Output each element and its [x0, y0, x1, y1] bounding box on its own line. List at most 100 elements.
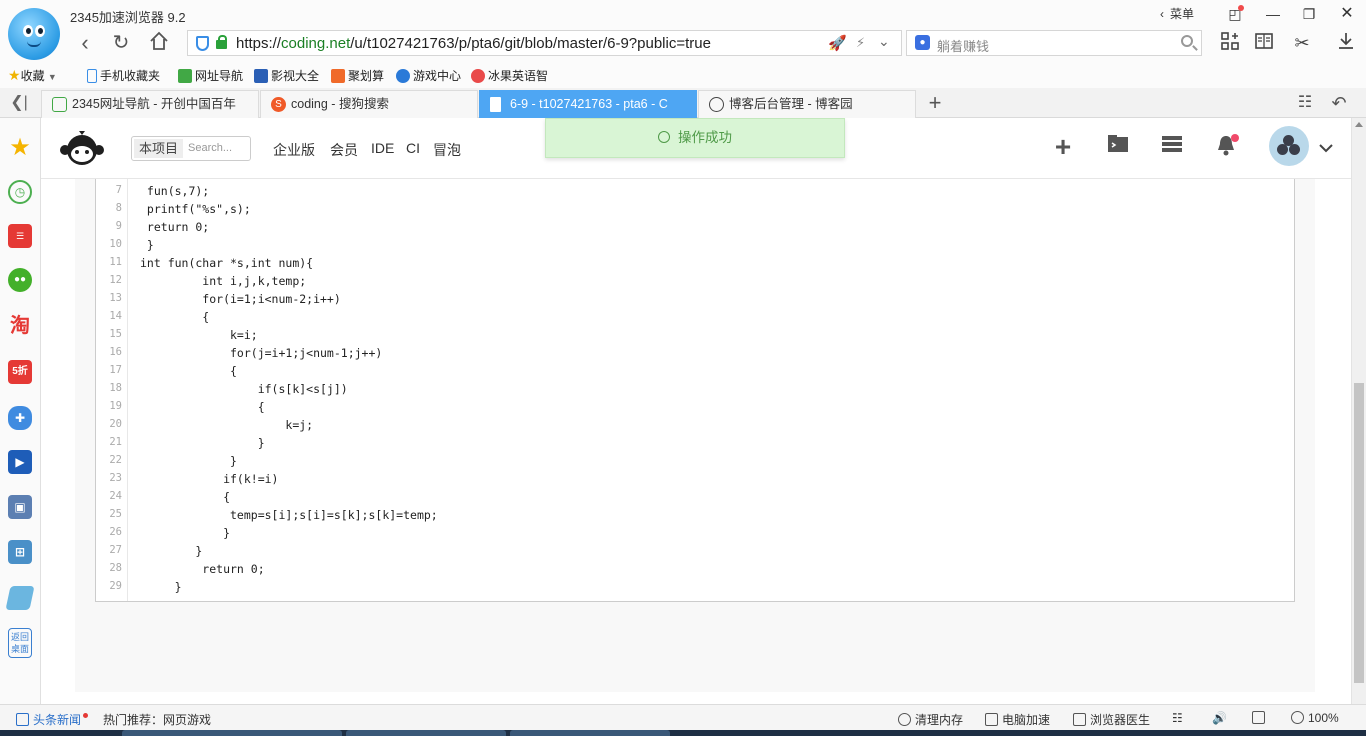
- nav-ide[interactable]: IDE: [371, 140, 394, 156]
- taskbar-item[interactable]: [122, 730, 342, 736]
- terminal-icon[interactable]: [1105, 134, 1131, 160]
- line-number: 17: [109, 364, 122, 376]
- download-icon[interactable]: [1334, 31, 1358, 55]
- headline-news[interactable]: 头条新闻: [16, 711, 89, 728]
- user-avatar[interactable]: [1269, 126, 1309, 166]
- new-tab-icon[interactable]: +: [922, 90, 948, 116]
- line-number-gutter: 7 8 9 10 11 12 13 14 15 16 17 18 19 20 21 22 23 24 25 26 27 2…: [96, 179, 128, 601]
- compat-mode-icon[interactable]: ☷: [1172, 711, 1183, 725]
- taskbar-item[interactable]: [346, 730, 506, 736]
- bookmark-video[interactable]: 影视大全: [254, 67, 319, 84]
- url-text[interactable]: https://coding.net/u/t1027421763/p/pta6/…: [236, 35, 711, 52]
- news-icon[interactable]: ☰: [8, 224, 32, 248]
- search-scope[interactable]: 本项目: [134, 139, 184, 158]
- search-box[interactable]: ● 躺着赚钱: [906, 30, 1202, 56]
- status-bar: 头条新闻 热门推荐：网页游戏 清理内存 电脑加速 浏览器医生 ☷ 🔊 100%: [0, 704, 1366, 730]
- taskbar-item[interactable]: [510, 730, 670, 736]
- bookmark-games[interactable]: 游戏中心: [396, 67, 461, 84]
- back-to-desktop-icon[interactable]: 返回桌面: [8, 628, 32, 658]
- chevron-down-icon[interactable]: [1313, 134, 1339, 160]
- tab-label: 6-9 - t1027421763 - pta6 - C: [510, 97, 668, 111]
- undo-close-icon[interactable]: ↶: [1326, 90, 1352, 116]
- security-shield-icon[interactable]: [196, 36, 209, 51]
- tab-sogou-search[interactable]: Scoding - 搜狗搜索: [260, 90, 478, 118]
- line-number: 11: [109, 256, 122, 268]
- bookmark-label: 聚划算: [348, 69, 385, 83]
- status-label: 电脑加速: [1002, 713, 1051, 727]
- nav-icon: [178, 69, 192, 83]
- address-bar[interactable]: https://coding.net/u/t1027421763/p/pta6/…: [187, 30, 902, 56]
- code-viewer: 7 8 9 10 11 12 13 14 15 16 17 18 19 20 21 22 23 24 25 26 27 2…: [95, 179, 1295, 602]
- bookmark-nav[interactable]: 网址导航: [178, 67, 243, 84]
- computer-icon[interactable]: ▣: [8, 495, 32, 519]
- lightning-icon[interactable]: ⚡: [856, 35, 865, 51]
- code-line: if(s[k]<s[j]): [140, 382, 348, 396]
- clear-memory-button[interactable]: 清理内存: [898, 711, 963, 728]
- reload-icon[interactable]: ↻: [108, 30, 134, 56]
- plus-icon[interactable]: +: [1050, 133, 1076, 161]
- scissors-icon[interactable]: ✂: [1290, 31, 1314, 55]
- line-number: 13: [109, 292, 122, 304]
- code-line: {: [140, 490, 231, 504]
- tab-label: 博客后台管理 - 博客园: [729, 97, 853, 111]
- hot-recommend[interactable]: 热门推荐：网页游戏: [103, 711, 211, 728]
- bookmark-favorites[interactable]: ★收藏 ▼: [8, 67, 57, 84]
- pc-speedup-button[interactable]: 电脑加速: [985, 711, 1050, 728]
- chevron-down-icon[interactable]: ⌄: [878, 33, 890, 50]
- tab-manager-icon[interactable]: ☷: [1292, 90, 1318, 116]
- maximize-button[interactable]: ❐: [1294, 3, 1324, 25]
- volume-icon[interactable]: 🔊: [1212, 711, 1227, 725]
- minimize-button[interactable]: —: [1258, 3, 1288, 25]
- favorites-icon[interactable]: ★: [8, 136, 32, 160]
- search-input[interactable]: Search...: [188, 142, 232, 154]
- line-number: 16: [109, 346, 122, 358]
- gamepad-icon[interactable]: ✚: [8, 406, 32, 430]
- code-line: }: [140, 238, 154, 252]
- menu-label[interactable]: 菜单: [1170, 7, 1194, 21]
- window-icon[interactable]: [1252, 711, 1265, 725]
- tab-2345-nav[interactable]: 2345网址导航 - 开创中国百年: [41, 90, 259, 118]
- back-icon[interactable]: ‹: [72, 30, 98, 56]
- sidebar-toggle-icon[interactable]: ❮|: [6, 90, 32, 116]
- tab-cnblogs[interactable]: 博客后台管理 - 博客园: [698, 90, 916, 118]
- close-button[interactable]: ✕: [1332, 3, 1362, 25]
- bookmark-juhuasuan[interactable]: 聚划算: [331, 67, 384, 84]
- collapse-icon[interactable]: ‹: [1160, 7, 1164, 21]
- film-icon[interactable]: ▶: [8, 450, 32, 474]
- scrollbar-thumb[interactable]: [1354, 383, 1364, 683]
- coding-monkey-logo-icon[interactable]: [59, 131, 105, 167]
- scroll-up-arrow-icon[interactable]: [1355, 122, 1363, 127]
- line-number: 20: [109, 418, 122, 430]
- tab-coding-file[interactable]: 6-9 - t1027421763 - pta6 - C: [479, 90, 697, 118]
- list-icon[interactable]: [1159, 134, 1185, 160]
- discount-icon[interactable]: 5折: [8, 360, 32, 384]
- nav-ci[interactable]: CI: [406, 140, 420, 156]
- browser-logo[interactable]: [8, 8, 60, 60]
- vertical-scrollbar[interactable]: [1351, 118, 1366, 704]
- menu-area[interactable]: ‹ 菜单: [1160, 5, 1194, 22]
- bookmark-mobile-favorites[interactable]: 手机收藏夹: [87, 67, 160, 84]
- zoom-control[interactable]: 100%: [1291, 711, 1339, 725]
- line-number: 10: [109, 238, 122, 250]
- skin-icon[interactable]: ◰: [1220, 3, 1250, 25]
- taobao-icon[interactable]: 淘: [8, 314, 32, 338]
- rocket-icon[interactable]: 🚀: [828, 34, 847, 52]
- nav-member[interactable]: 会员: [330, 140, 358, 160]
- history-icon[interactable]: ◷: [8, 180, 32, 204]
- bookmark-label: 网址导航: [195, 69, 244, 83]
- bookmark-english[interactable]: 冰果英语智: [471, 67, 548, 84]
- lock-icon[interactable]: [216, 35, 227, 49]
- nav-enterprise[interactable]: 企业版: [273, 140, 315, 160]
- apps-grid-icon[interactable]: [1218, 31, 1242, 55]
- smile-icon: [658, 131, 670, 143]
- search-icon[interactable]: [1181, 35, 1193, 47]
- project-search[interactable]: 本项目 Search...: [131, 136, 251, 161]
- browser-doctor-button[interactable]: 浏览器医生: [1073, 711, 1150, 728]
- nav-bubble[interactable]: 冒泡: [433, 140, 461, 160]
- wechat-icon[interactable]: ●●: [8, 268, 32, 292]
- reading-mode-icon[interactable]: [1252, 31, 1276, 55]
- home-icon[interactable]: [146, 30, 172, 56]
- calculator-icon[interactable]: ⊞: [8, 540, 32, 564]
- eraser-icon[interactable]: [5, 586, 35, 610]
- code-line: printf("%s",s);: [140, 202, 251, 216]
